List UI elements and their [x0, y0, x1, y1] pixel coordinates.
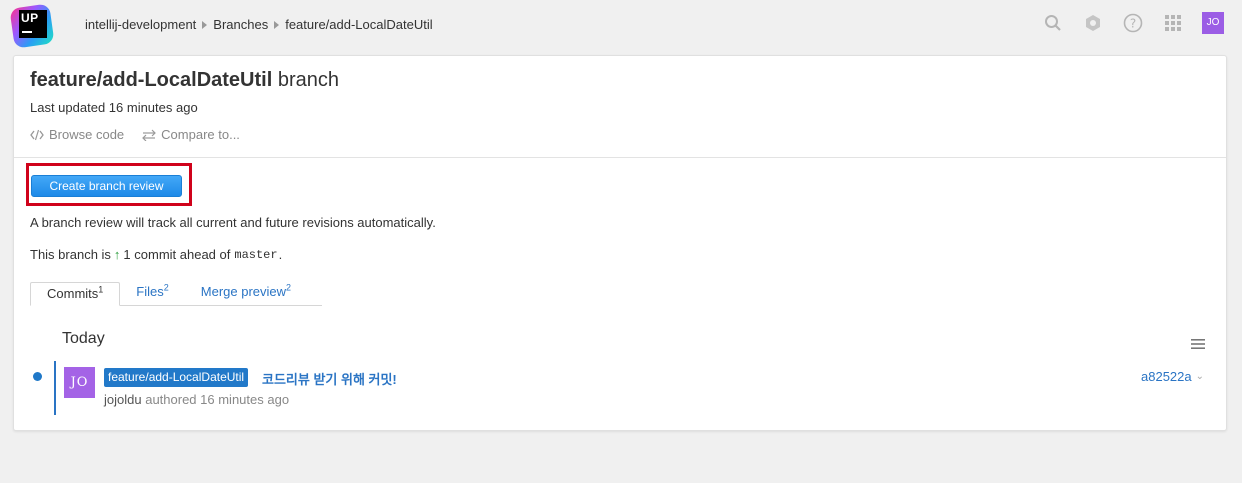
commit-author[interactable]: jojoldu: [104, 392, 142, 407]
page-title: feature/add-LocalDateUtil branch: [30, 69, 339, 92]
top-icons: ? JO: [1024, 12, 1224, 34]
ahead-prefix: This branch is: [30, 247, 111, 262]
tab-commits[interactable]: Commits1: [30, 282, 121, 306]
timeline-dot-icon: [33, 372, 42, 381]
svg-text:?: ?: [1130, 17, 1136, 31]
commit-time: authored 16 minutes ago: [145, 392, 290, 407]
commit-author-avatar[interactable]: JO: [64, 367, 95, 398]
code-icon: [30, 129, 44, 140]
breadcrumb-separator-icon: [274, 20, 280, 29]
last-updated: Last updated 16 minutes ago: [30, 100, 198, 115]
tab-merge-preview-count: 2: [286, 282, 292, 293]
compare-icon: [142, 129, 157, 141]
branch-name: feature/add-LocalDateUtil: [30, 69, 273, 91]
commit-hash[interactable]: a82522a ⌄: [1141, 369, 1204, 384]
commit-message-link[interactable]: 코드리뷰 받기 위해 커밋!: [262, 369, 397, 388]
commit-meta: jojoldu authored 16 minutes ago: [104, 392, 289, 407]
chevron-down-icon: ⌄: [1195, 371, 1205, 382]
tabs: Commits1 Files2 Merge preview2: [30, 282, 322, 306]
breadcrumb-branch[interactable]: feature/add-LocalDateUtil: [285, 17, 432, 32]
commit-hash-label: a82522a: [1141, 369, 1192, 384]
compare-to-link[interactable]: Compare to...: [142, 127, 240, 142]
arrow-up-icon: ↑: [113, 247, 121, 262]
breadcrumb-branches[interactable]: Branches: [213, 17, 268, 32]
breadcrumb-project[interactable]: intellij-development: [85, 17, 196, 32]
tab-files-label: Files: [136, 284, 164, 299]
settings-icon[interactable]: [1082, 12, 1104, 34]
commit-group-label: Today: [62, 330, 105, 347]
review-note: A branch review will track all current a…: [30, 215, 436, 230]
tab-commits-label: Commits: [47, 286, 99, 301]
divider: [14, 157, 1226, 158]
branch-suffix: branch: [277, 69, 339, 91]
create-branch-review-button[interactable]: Create branch review: [31, 175, 182, 197]
ahead-text: 1 commit ahead of: [123, 247, 231, 262]
logo-text: UP: [21, 11, 39, 25]
breadcrumb: intellij-development Branches feature/ad…: [85, 17, 433, 32]
search-icon[interactable]: [1042, 12, 1064, 34]
ahead-suffix: .: [278, 247, 283, 262]
branch-tag[interactable]: feature/add-LocalDateUtil: [104, 368, 249, 387]
top-bar: UP intellij-development Branches feature…: [0, 0, 1242, 50]
tab-files[interactable]: Files2: [120, 281, 184, 305]
branch-actions: Browse code Compare to...: [30, 127, 258, 142]
browse-code-label: Browse code: [49, 127, 125, 142]
upsource-logo[interactable]: UP: [9, 3, 55, 49]
menu-icon[interactable]: [1191, 338, 1205, 353]
tab-merge-preview[interactable]: Merge preview2: [185, 281, 307, 305]
tab-merge-preview-label: Merge preview: [200, 284, 287, 299]
compare-to-label: Compare to...: [161, 127, 240, 142]
user-avatar[interactable]: JO: [1202, 12, 1224, 34]
breadcrumb-separator-icon: [202, 20, 208, 29]
tab-files-count: 2: [163, 282, 169, 293]
browse-code-link[interactable]: Browse code: [30, 127, 124, 142]
commits-ahead: This branch is ↑ 1 commit ahead of maste…: [30, 247, 282, 262]
tab-commits-count: 1: [98, 284, 104, 295]
branch-card: feature/add-LocalDateUtil branch Last up…: [13, 55, 1227, 431]
help-icon[interactable]: ?: [1122, 12, 1144, 34]
ahead-target: master: [234, 247, 278, 262]
apps-grid-icon[interactable]: [1162, 12, 1184, 34]
timeline-bar: [54, 361, 56, 415]
